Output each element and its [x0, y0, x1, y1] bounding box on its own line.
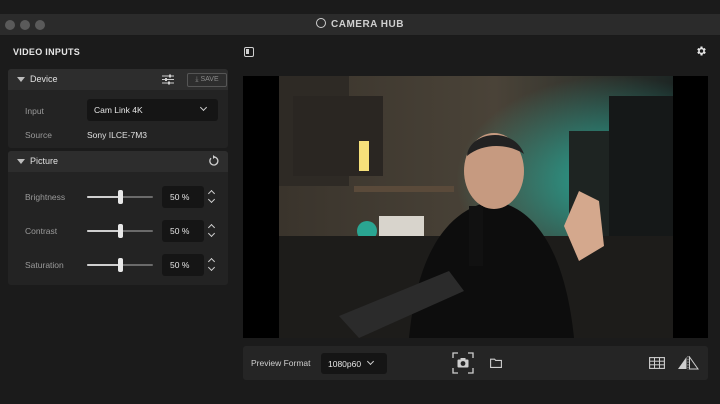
chevron-down-icon: [366, 357, 375, 366]
step-down-icon[interactable]: [207, 263, 216, 272]
contrast-slider[interactable]: [87, 224, 153, 238]
sliders-icon[interactable]: [162, 74, 174, 85]
camera-feed-scene: [279, 76, 673, 338]
saturation-stepper[interactable]: [206, 255, 218, 275]
saturation-value-field[interactable]: 50 %: [162, 254, 204, 276]
contrast-value: 50 %: [170, 226, 190, 236]
picture-section: Picture Brightness 50 % Contrast 50 % Sa…: [8, 151, 228, 285]
input-select[interactable]: Cam Link 4K: [87, 99, 218, 121]
saturation-label: Saturation: [25, 260, 64, 270]
saturation-row: Saturation 50 %: [8, 254, 228, 276]
main-area: Preview Format 1080p60: [236, 37, 720, 389]
source-label: Source: [25, 130, 52, 140]
grid-icon[interactable]: [649, 357, 665, 369]
contrast-slider-fill: [87, 230, 120, 232]
device-section: Device ⤓ SAVE Input Cam Link 4K Source S…: [8, 69, 228, 148]
saturation-slider-thumb[interactable]: [118, 258, 123, 272]
input-select-value: Cam Link 4K: [94, 105, 143, 115]
mirror-icon[interactable]: [677, 356, 699, 370]
source-value: Sony ILCE-7M3: [87, 130, 147, 140]
snapshot-icon[interactable]: [452, 352, 474, 374]
preview-format-label: Preview Format: [251, 358, 311, 368]
device-section-header[interactable]: Device ⤓ SAVE: [8, 69, 228, 90]
step-down-icon[interactable]: [207, 229, 216, 238]
brightness-slider-thumb[interactable]: [118, 190, 123, 204]
device-section-title: Device: [30, 74, 58, 84]
collapse-caret-icon[interactable]: [17, 77, 25, 82]
contrast-label: Contrast: [25, 226, 58, 236]
brightness-label: Brightness: [25, 192, 66, 202]
preview-toolbar: Preview Format 1080p60: [243, 346, 708, 380]
saturation-slider[interactable]: [87, 258, 153, 272]
camera-preview: [243, 76, 708, 338]
sidebar-toggle-icon[interactable]: [244, 47, 254, 57]
camera-hub-logo-icon: [316, 18, 327, 28]
contrast-stepper[interactable]: [206, 221, 218, 241]
saturation-slider-fill: [87, 264, 120, 266]
download-icon: ⤓: [195, 76, 199, 83]
saturation-value: 50 %: [170, 260, 190, 270]
collapse-caret-icon[interactable]: [17, 159, 25, 164]
chevron-down-icon: [199, 103, 208, 112]
brightness-slider[interactable]: [87, 190, 153, 204]
device-body: Input Cam Link 4K Source Sony ILCE-7M3: [8, 90, 228, 148]
title-bar: CAMERA HUB: [0, 14, 720, 36]
preview-format-value: 1080p60: [328, 359, 362, 369]
input-label: Input: [25, 106, 44, 116]
brightness-value: 50 %: [170, 192, 190, 202]
contrast-slider-thumb[interactable]: [118, 224, 123, 238]
contrast-value-field[interactable]: 50 %: [162, 220, 204, 242]
brightness-stepper[interactable]: [206, 187, 218, 207]
reset-icon[interactable]: [208, 155, 220, 167]
folder-icon[interactable]: [490, 358, 502, 368]
app-title: CAMERA HUB: [0, 18, 720, 30]
brightness-value-field[interactable]: 50 %: [162, 186, 204, 208]
gear-icon[interactable]: [695, 45, 707, 57]
preview-format-select[interactable]: 1080p60: [321, 353, 387, 374]
step-down-icon[interactable]: [207, 195, 216, 204]
picture-section-title: Picture: [30, 156, 59, 166]
video-inputs-sidebar: VIDEO INPUTS Device ⤓ SAVE Input Cam Lin…: [0, 37, 236, 389]
contrast-row: Contrast 50 %: [8, 220, 228, 242]
sidebar-header: VIDEO INPUTS: [13, 47, 81, 57]
brightness-slider-fill: [87, 196, 120, 198]
picture-section-header[interactable]: Picture: [8, 151, 228, 172]
brightness-row: Brightness 50 %: [8, 186, 228, 208]
save-button[interactable]: ⤓ SAVE: [187, 73, 227, 87]
camera-feed-image: [279, 76, 673, 338]
